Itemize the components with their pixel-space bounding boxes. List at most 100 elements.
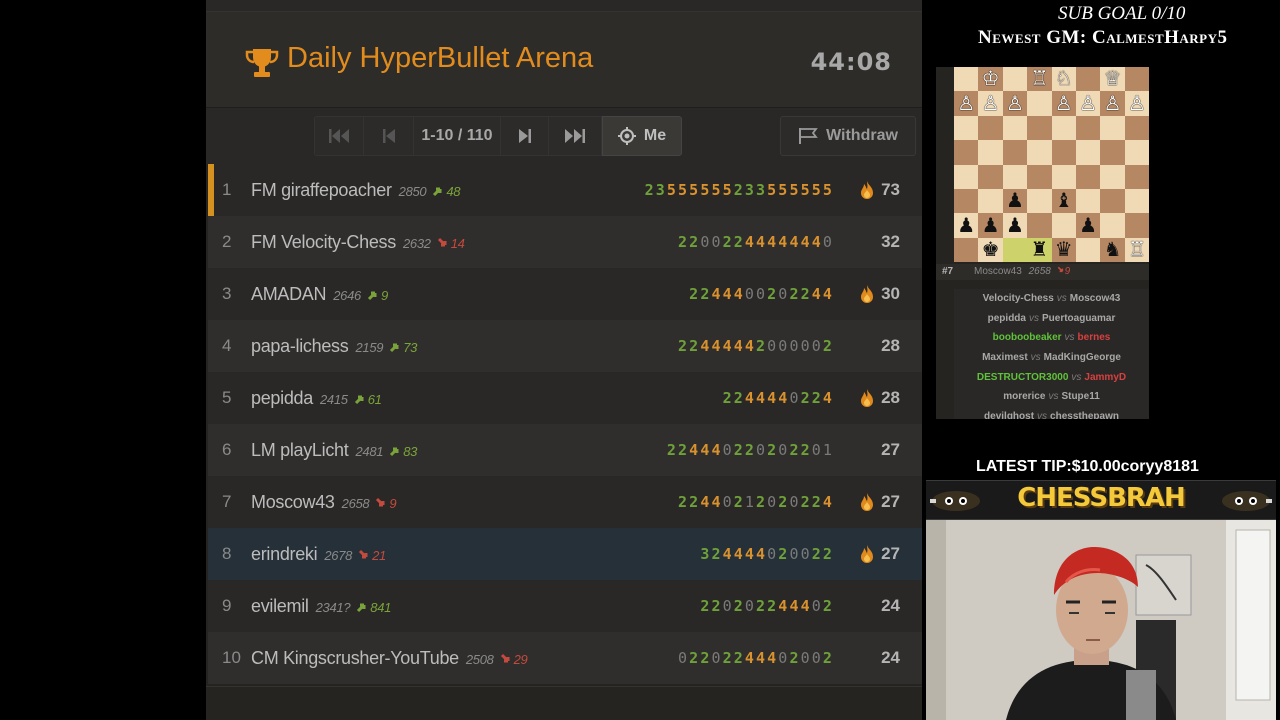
board-square[interactable]: ♔ — [978, 67, 1003, 92]
standings-row[interactable]: 6 LM playLicht 2481 83 224440220202201 27 — [208, 424, 922, 476]
board-square[interactable] — [954, 164, 979, 189]
board-square[interactable]: ♕ — [1100, 67, 1125, 92]
player-name[interactable]: erindreki — [251, 544, 318, 564]
board-square[interactable] — [1124, 140, 1149, 165]
standings-row[interactable]: 5 pepidda 2415 61 2244440224 28 — [208, 372, 922, 424]
board-square[interactable] — [1124, 213, 1149, 238]
black-player[interactable]: chessthepawn — [1050, 411, 1119, 419]
white-player[interactable]: pepidda — [988, 313, 1026, 324]
game-list-item[interactable]: morerice vs Stupe11 — [954, 387, 1149, 407]
board-square[interactable] — [954, 237, 979, 262]
board-square[interactable] — [1027, 91, 1052, 116]
black-player[interactable]: JammyD — [1084, 372, 1126, 383]
board-player-name[interactable]: Moscow43 — [974, 266, 1022, 277]
game-list-item[interactable]: DESTRUCTOR3000 vs JammyD — [954, 368, 1149, 388]
board-square[interactable] — [1027, 115, 1052, 141]
player-name[interactable]: AMADAN — [251, 284, 327, 304]
board-square[interactable] — [1051, 115, 1076, 141]
board-square[interactable]: ♟ — [1002, 188, 1028, 214]
standings-row[interactable]: 1 FM giraffepoacher 2850 48 2355555523355555… — [208, 164, 922, 216]
standings-row[interactable]: 7 Moscow43 2658 9 22440212020224 27 — [208, 476, 922, 528]
player-cell[interactable]: FM giraffepoacher 2850 48 — [251, 180, 461, 201]
board-square[interactable] — [1124, 115, 1149, 141]
game-list-item[interactable]: devilghost vs chessthepawn — [954, 407, 1149, 419]
next-page-button[interactable] — [500, 116, 548, 156]
board-square[interactable]: ♙ — [1075, 91, 1101, 116]
board-square[interactable]: ♙ — [1124, 91, 1149, 116]
board-square[interactable] — [1075, 67, 1101, 92]
player-name[interactable]: Moscow43 — [251, 492, 335, 512]
board-square[interactable]: ♛ — [1051, 237, 1076, 262]
board-square[interactable] — [1075, 164, 1101, 189]
board-square[interactable] — [1100, 213, 1125, 238]
player-name[interactable]: evilemil — [251, 596, 309, 616]
first-page-button[interactable] — [314, 116, 364, 156]
board-square[interactable] — [954, 140, 979, 165]
board-square[interactable]: ♙ — [954, 91, 979, 116]
board-square[interactable] — [1027, 188, 1052, 214]
player-name[interactable]: papa-lichess — [251, 336, 349, 356]
player-cell[interactable]: CM Kingscrusher-YouTube 2508 29 — [251, 648, 528, 669]
board-square[interactable] — [1002, 115, 1028, 141]
white-player[interactable]: DESTRUCTOR3000 — [977, 372, 1069, 383]
white-player[interactable]: devilghost — [984, 411, 1034, 419]
me-button[interactable]: Me — [602, 116, 682, 156]
last-page-button[interactable] — [548, 116, 602, 156]
player-cell[interactable]: papa-lichess 2159 73 — [251, 336, 417, 357]
board-square[interactable] — [1075, 140, 1101, 165]
board-square[interactable] — [1002, 140, 1028, 165]
player-cell[interactable]: FM Velocity-Chess 2632 14 — [251, 232, 465, 253]
black-player[interactable]: MadKingGeorge — [1044, 352, 1121, 363]
standings-row[interactable]: 4 papa-lichess 2159 73 22444442000002 28 — [208, 320, 922, 372]
board-square[interactable]: ♙ — [978, 91, 1003, 116]
board-square[interactable] — [978, 140, 1003, 165]
black-player[interactable]: Puertoaguamar — [1042, 313, 1115, 324]
previous-page-button[interactable] — [364, 116, 414, 156]
board-square[interactable] — [954, 115, 979, 141]
board-square[interactable]: ♟ — [1002, 213, 1028, 238]
board-square[interactable] — [1124, 164, 1149, 189]
board-square[interactable] — [954, 188, 979, 214]
board-square[interactable]: ♙ — [1100, 91, 1125, 116]
board-square[interactable] — [978, 164, 1003, 189]
board-square[interactable]: ♟ — [1075, 213, 1101, 238]
black-player[interactable]: bernes — [1078, 332, 1111, 343]
board-square[interactable]: ♟ — [954, 213, 979, 238]
board-square[interactable] — [1075, 115, 1101, 141]
board-square[interactable]: ♜ — [1027, 237, 1052, 262]
board-square[interactable] — [1027, 213, 1052, 238]
game-list-item[interactable]: Velocity-Chess vs Moscow43 — [954, 289, 1149, 309]
board-square[interactable]: ♝ — [1051, 188, 1076, 214]
board-square[interactable] — [1002, 164, 1028, 189]
board-square[interactable] — [1002, 67, 1028, 92]
white-player[interactable]: morerice — [1003, 391, 1045, 402]
standings-row[interactable]: 3 AMADAN 2646 9 2244400202244 30 — [208, 268, 922, 320]
standings-row[interactable]: 10 CM Kingscrusher-YouTube 2508 29 022022444… — [208, 632, 922, 684]
board-square[interactable] — [1124, 188, 1149, 214]
black-player[interactable]: Stupe11 — [1061, 391, 1099, 402]
player-name[interactable]: FM giraffepoacher — [251, 180, 392, 200]
board-square[interactable]: ♟ — [978, 213, 1003, 238]
board-square[interactable] — [1002, 237, 1028, 262]
board-square[interactable] — [1100, 164, 1125, 189]
standings-row[interactable]: 2 FM Velocity-Chess 2632 14 22002244444440 32 — [208, 216, 922, 268]
player-cell[interactable]: Moscow43 2658 9 — [251, 492, 397, 513]
board-square[interactable] — [978, 115, 1003, 141]
board-square[interactable] — [1027, 140, 1052, 165]
player-name[interactable]: LM playLicht — [251, 440, 349, 460]
player-cell[interactable]: LM playLicht 2481 83 — [251, 440, 417, 461]
game-list-item[interactable]: booboobeaker vs bernes — [954, 328, 1149, 348]
board-square[interactable] — [954, 67, 979, 92]
board-square[interactable] — [1100, 188, 1125, 214]
player-name[interactable]: CM Kingscrusher-YouTube — [251, 648, 459, 668]
board-square[interactable]: ♙ — [1051, 91, 1076, 116]
white-player[interactable]: booboobeaker — [993, 332, 1062, 343]
board-square[interactable] — [1100, 115, 1125, 141]
white-player[interactable]: Velocity-Chess — [983, 293, 1054, 304]
board-square[interactable] — [1124, 67, 1149, 92]
board-square[interactable] — [978, 188, 1003, 214]
game-list-item[interactable]: Maximest vs MadKingGeorge — [954, 348, 1149, 368]
player-name[interactable]: pepidda — [251, 388, 313, 408]
standings-row[interactable]: 9 evilemil 2341? 841 220202244402 24 — [208, 580, 922, 632]
board-square[interactable] — [1075, 237, 1101, 262]
